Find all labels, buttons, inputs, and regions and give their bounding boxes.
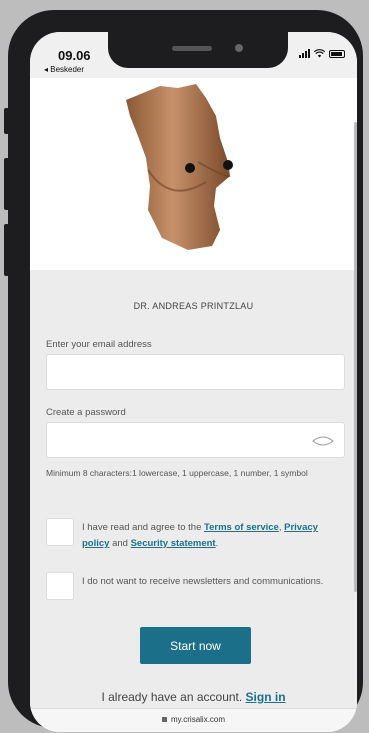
notch [108,32,288,68]
signin-prefix: I already have an account. [101,690,246,704]
email-label: Enter your email address [46,339,152,350]
terms-checkbox[interactable] [46,518,74,546]
status-time: 09.06 [58,48,91,63]
url-bar[interactable]: my.crisalix.com [30,708,357,732]
back-to-app-link[interactable]: ◂ Beskeder [44,65,84,74]
start-now-button[interactable]: Start now [140,627,251,664]
url-text: my.crisalix.com [170,715,226,724]
terms-suffix: . [215,538,219,549]
terms-of-service-link[interactable]: Terms of service [204,522,279,533]
email-field[interactable] [46,354,345,390]
terms-prefix: I have read and agree to the [82,522,205,533]
newsletter-text: I do not want to receive newsletters and… [82,576,324,587]
terms-and: and [109,538,131,549]
torso-illustration [126,84,233,250]
password-hint: Minimum 8 characters:1 lowercase, 1 uppe… [46,468,308,478]
password-field[interactable] [46,422,345,458]
back-label: Beskeder [50,65,85,74]
battery-icon [329,49,345,58]
screen: 09.06 ◂ Beskeder DR. ANDREAS PRINTZLAU E… [30,32,357,732]
signal-icon [299,49,310,58]
show-password-icon[interactable] [312,435,334,447]
clinic-name: DR. ANDREAS PRINTZLAU [133,301,254,311]
system-icons [299,49,345,58]
wifi-icon [314,49,325,58]
phone-frame: 09.06 ◂ Beskeder DR. ANDREAS PRINTZLAU E… [8,10,363,732]
signin-prompt: I already have an account. Sign in [30,690,357,704]
password-label: Create a password [46,407,126,418]
security-statement-link[interactable]: Security statement [131,538,216,549]
status-bar: 09.06 ◂ Beskeder [30,32,357,78]
sign-in-link[interactable]: Sign in [246,690,286,704]
torso-3d-image [30,78,357,270]
lock-icon [161,717,167,723]
speaker [172,46,212,51]
newsletter-checkbox[interactable] [46,572,74,600]
terms-text: I have read and agree to the Terms of se… [82,520,344,552]
signup-form: DR. ANDREAS PRINTZLAU Enter your email a… [30,270,357,710]
terms-comma: , [278,522,282,533]
scrollbar[interactable] [354,122,357,592]
camera-icon [235,44,243,52]
